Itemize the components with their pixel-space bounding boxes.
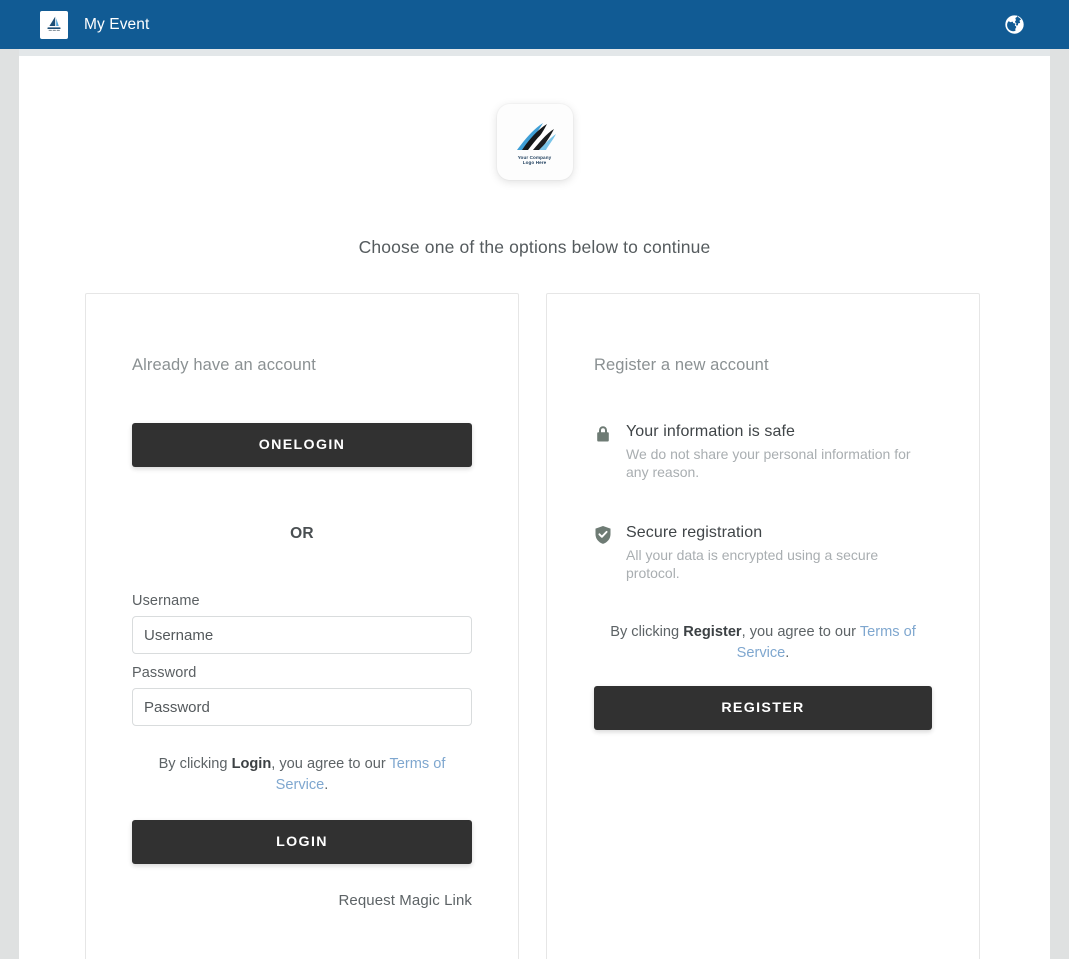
- login-terms-suffix: .: [324, 777, 329, 793]
- lock-icon: [594, 423, 612, 444]
- register-card-heading: Register a new account: [594, 356, 769, 374]
- feature-title: Secure registration: [626, 524, 763, 541]
- company-logo-placeholder-icon: Your Company Logo Here: [496, 104, 573, 180]
- feature-information-safe: Your information is safe We do not share…: [594, 423, 932, 481]
- register-card: Register a new account Your information …: [546, 293, 980, 959]
- sheet-top-shade: [19, 49, 1050, 56]
- feature-description: All your data is encrypted using a secur…: [626, 547, 879, 581]
- password-label: Password: [132, 665, 197, 681]
- app-header-actions: [1004, 0, 1069, 49]
- login-terms-prefix: By clicking: [158, 756, 232, 772]
- register-submit-button[interactable]: REGISTER: [594, 686, 932, 730]
- feature-text-block: Your information is safe We do not share…: [626, 423, 921, 481]
- feature-description: We do not share your personal informatio…: [626, 446, 911, 480]
- onelogin-sso-button[interactable]: ONELOGIN: [132, 423, 472, 467]
- magic-link-row: Request Magic Link: [132, 892, 472, 910]
- login-terms-action: Login: [231, 756, 272, 772]
- brand-caption-line-1: Your Company: [517, 154, 552, 160]
- login-card: Already have an account ONELOGIN OR User…: [85, 293, 519, 959]
- page-instruction: Choose one of the options below to conti…: [358, 237, 711, 257]
- app-header-brand[interactable]: My Event: [40, 10, 150, 39]
- shield-check-icon: [594, 524, 612, 545]
- login-terms-text: By clicking Login, you agree to our Term…: [132, 754, 472, 796]
- login-divider-label: OR: [290, 525, 314, 542]
- register-terms-middle: , you agree to our: [741, 624, 860, 640]
- register-terms-action: Register: [683, 624, 742, 640]
- register-terms-suffix: .: [785, 645, 790, 661]
- login-submit-button[interactable]: LOGIN: [132, 820, 472, 864]
- app-title: My Event: [84, 15, 150, 33]
- page-content-sheet: Your Company Logo Here Choose one of the…: [19, 49, 1050, 959]
- register-terms-prefix: By clicking: [610, 624, 684, 640]
- app-header-bar: My Event: [0, 0, 1069, 49]
- password-input[interactable]: [132, 688, 472, 726]
- feature-secure-registration: Secure registration All your data is enc…: [594, 524, 932, 582]
- username-label: Username: [132, 593, 200, 609]
- request-magic-link[interactable]: Request Magic Link: [338, 892, 472, 909]
- feature-title: Your information is safe: [626, 423, 796, 440]
- sailboat-logo-icon: [40, 10, 68, 39]
- register-terms-text: By clicking Register, you agree to our T…: [594, 622, 932, 664]
- auth-options-container: Already have an account ONELOGIN OR User…: [85, 293, 980, 959]
- brand-logo-caption: Your Company Logo Here: [518, 155, 552, 166]
- feature-text-block: Secure registration All your data is enc…: [626, 524, 921, 582]
- username-input[interactable]: [132, 616, 472, 654]
- login-terms-middle: , you agree to our: [271, 756, 390, 772]
- brand-caption-line-2: Logo Here: [522, 160, 547, 165]
- globe-icon[interactable]: [1004, 14, 1025, 35]
- login-card-heading: Already have an account: [132, 356, 316, 374]
- brand-logo-wrapper: Your Company Logo Here: [19, 104, 1050, 180]
